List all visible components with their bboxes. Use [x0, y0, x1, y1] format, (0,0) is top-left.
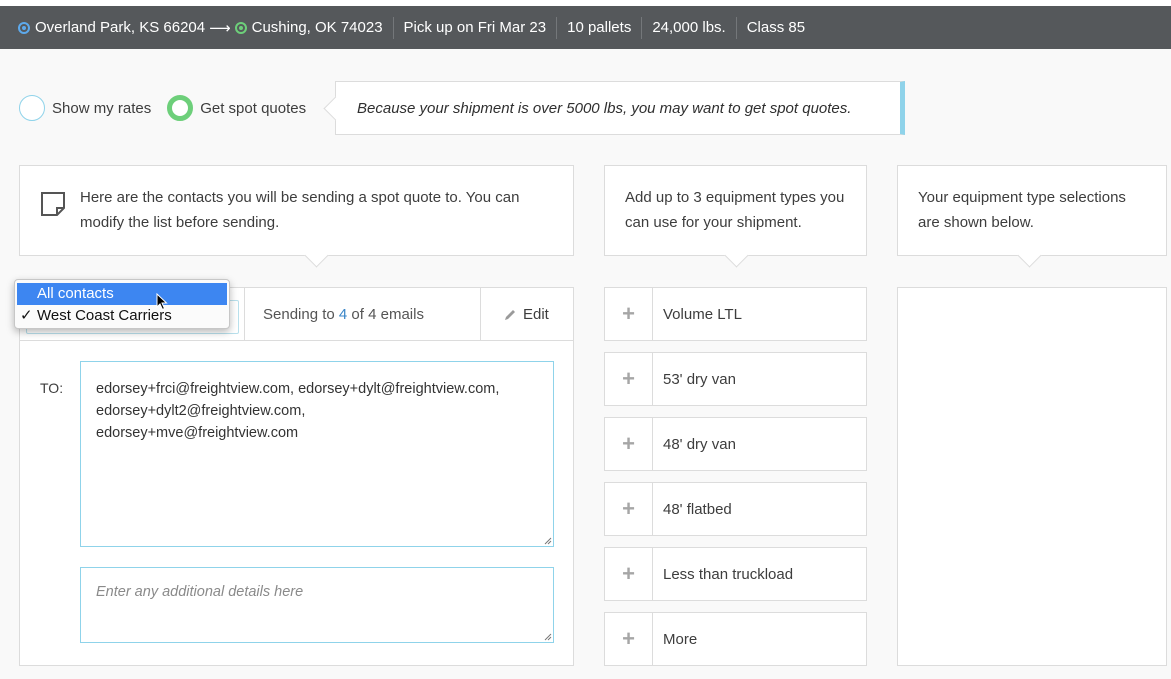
- equipment-label: 53' dry van: [663, 370, 736, 388]
- origin-text: Overland Park, KS 66204: [35, 19, 206, 36]
- equipment-option-volume-ltl[interactable]: + Volume LTL: [604, 287, 867, 341]
- plus-icon[interactable]: +: [605, 353, 653, 405]
- selections-callout: Your equipment type selections are shown…: [897, 165, 1167, 256]
- divider: [244, 288, 245, 341]
- edit-label[interactable]: Edit: [523, 306, 549, 323]
- show-my-rates-radio[interactable]: Show my rates: [19, 95, 151, 121]
- contacts-panel: Sending to 4 of 4 emails Edit TO: edorse…: [19, 287, 574, 666]
- hint-text: Because your shipment is over 5000 lbs, …: [357, 99, 852, 117]
- recipient-line: edorsey+frci@freightview.com, edorsey+dy…: [96, 381, 500, 397]
- recipients-textarea[interactable]: edorsey+frci@freightview.com, edorsey+dy…: [80, 361, 554, 547]
- additional-details-textarea[interactable]: Enter any additional details here: [80, 567, 554, 643]
- get-spot-quotes-radio[interactable]: Get spot quotes: [167, 95, 306, 121]
- selections-callout-text: Your equipment type selections are shown…: [918, 189, 1126, 231]
- destination-text: Cushing, OK 74023: [251, 19, 383, 36]
- dropdown-option-all-contacts[interactable]: All contacts: [17, 283, 227, 305]
- origin-pin-icon: [18, 21, 30, 34]
- contacts-callout-text: Here are the contacts you will be sendin…: [80, 189, 520, 231]
- details-placeholder: Enter any additional details here: [96, 584, 304, 600]
- equipment-option-48-flatbed[interactable]: + 48' flatbed: [604, 482, 867, 536]
- equipment-option-less-than-truckload[interactable]: + Less than truckload: [604, 547, 867, 601]
- note-icon: [41, 192, 65, 216]
- radio-unchecked-icon[interactable]: [19, 95, 45, 121]
- mouse-cursor-icon: [156, 293, 168, 311]
- quote-mode-group: Show my rates Get spot quotes: [19, 81, 322, 135]
- contacts-callout: Here are the contacts you will be sendin…: [19, 165, 574, 256]
- recipient-line: edorsey+dylt2@freightview.com,: [96, 403, 306, 419]
- class-text: Class 85: [746, 19, 806, 36]
- equipment-callout: Add up to 3 equipment types you can use …: [604, 165, 867, 256]
- equipment-label: Less than truckload: [663, 565, 794, 583]
- contact-group-dropdown[interactable]: All contacts ✓ West Coast Carriers: [14, 279, 230, 329]
- shipment-summary-bar: Overland Park, KS 66204 ⟶ Cushing, OK 74…: [0, 6, 1171, 49]
- pallets-text: 10 pallets: [567, 19, 632, 36]
- dropdown-option-west-coast-carriers[interactable]: ✓ West Coast Carriers: [15, 305, 229, 327]
- pickup-text: Pick up on Fri Mar 23: [403, 19, 547, 36]
- equipment-label: Volume LTL: [663, 305, 742, 323]
- recipient-line: edorsey+mve@freightview.com: [96, 425, 299, 441]
- sending-suffix: of 4 emails: [347, 306, 424, 323]
- sending-count: 4: [338, 306, 348, 323]
- spot-quote-hint: Because your shipment is over 5000 lbs, …: [335, 81, 905, 135]
- equipment-label: 48' dry van: [663, 435, 736, 453]
- equipment-selections-panel: [897, 287, 1167, 666]
- to-label: TO:: [40, 380, 64, 396]
- class-segment: Class 85: [735, 16, 815, 39]
- radio-checked-icon[interactable]: [167, 95, 194, 121]
- get-spot-quotes-label[interactable]: Get spot quotes: [200, 100, 306, 117]
- dropdown-option-label: West Coast Carriers: [37, 307, 172, 324]
- plus-icon[interactable]: +: [605, 548, 653, 600]
- divider: [480, 288, 481, 341]
- resize-grip-icon[interactable]: [544, 633, 552, 641]
- sending-prefix: Sending to: [263, 306, 339, 323]
- plus-icon[interactable]: +: [605, 288, 653, 340]
- equipment-option-more[interactable]: + More: [604, 612, 867, 666]
- destination-pin-icon: [234, 21, 247, 34]
- equipment-label: 48' flatbed: [663, 500, 732, 518]
- plus-icon[interactable]: +: [605, 613, 653, 665]
- route-segment: Overland Park, KS 66204 ⟶ Cushing, OK 74…: [18, 17, 393, 39]
- pallets-segment: 10 pallets: [556, 16, 641, 39]
- sending-summary: Sending to 4 of 4 emails: [263, 306, 424, 323]
- pencil-icon: [505, 309, 515, 320]
- plus-icon[interactable]: +: [605, 483, 653, 535]
- resize-grip-icon[interactable]: [544, 537, 552, 545]
- weight-text: 24,000 lbs.: [652, 19, 726, 36]
- equipment-option-48-dry-van[interactable]: + 48' dry van: [604, 417, 867, 471]
- edit-contacts-button[interactable]: Edit: [503, 306, 549, 323]
- arrow-right-icon: ⟶: [209, 19, 231, 37]
- plus-icon[interactable]: +: [605, 418, 653, 470]
- show-my-rates-label[interactable]: Show my rates: [52, 100, 151, 117]
- equipment-callout-text: Add up to 3 equipment types you can use …: [625, 189, 845, 231]
- equipment-label: More: [663, 630, 698, 648]
- equipment-option-53-dry-van[interactable]: + 53' dry van: [604, 352, 867, 406]
- checkmark-icon: ✓: [20, 307, 33, 324]
- pickup-segment: Pick up on Fri Mar 23: [392, 16, 557, 39]
- weight-segment: 24,000 lbs.: [641, 16, 735, 39]
